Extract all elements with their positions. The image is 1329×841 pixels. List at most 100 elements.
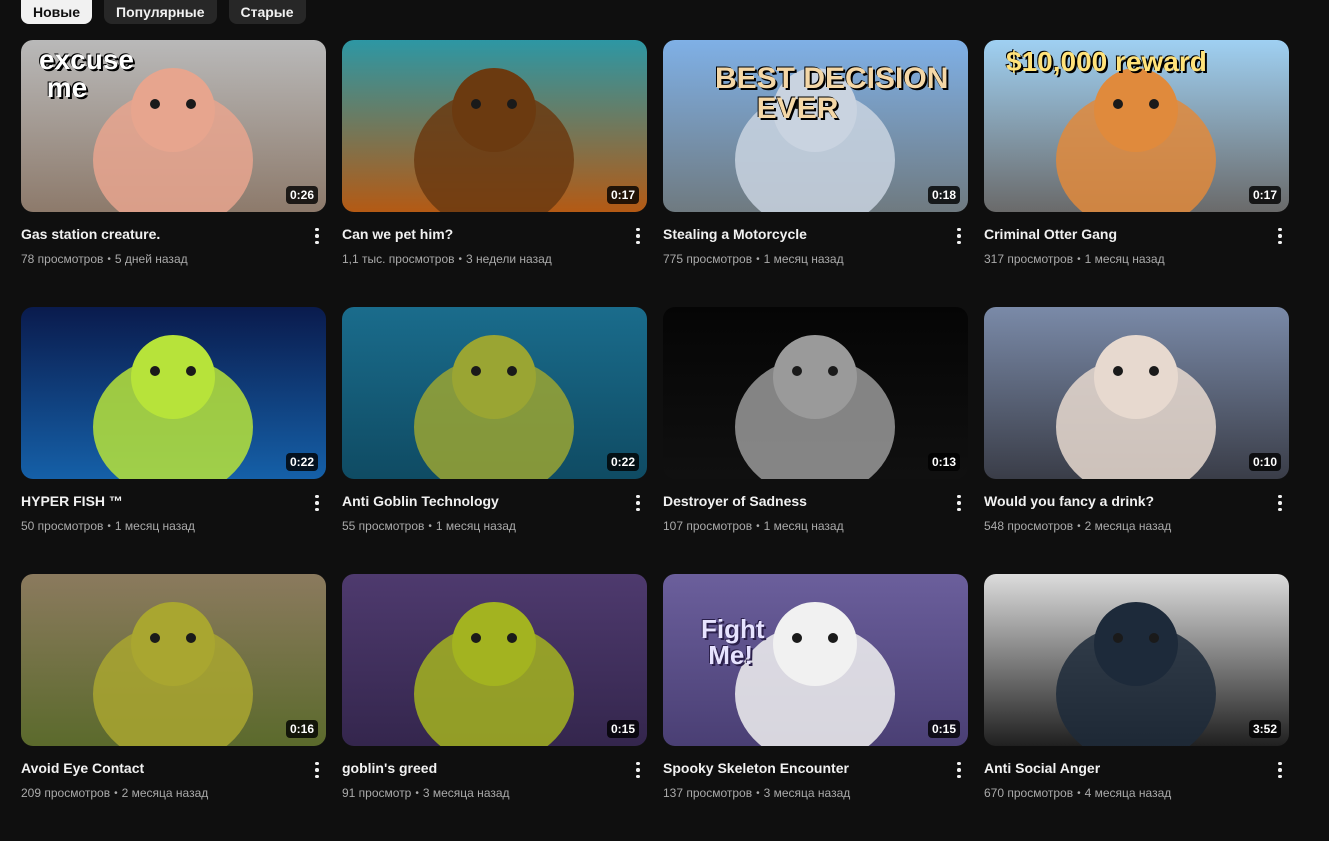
- video-card[interactable]: 0:16 Avoid Eye Contact 209 просмотров • …: [21, 574, 326, 841]
- view-count: 775 просмотров: [663, 252, 753, 266]
- more-options-icon[interactable]: [950, 493, 968, 513]
- video-thumbnail[interactable]: BEST DECISION EVER 0:18: [663, 40, 968, 212]
- video-duration: 0:10: [1248, 453, 1281, 471]
- video-title[interactable]: Anti Goblin Technology: [342, 493, 612, 509]
- view-count: 670 просмотров: [984, 786, 1074, 800]
- video-title[interactable]: Stealing a Motorcycle: [663, 226, 933, 242]
- video-meta: Gas station creature. 78 просмотров • 5 …: [21, 212, 326, 266]
- video-stats: 91 просмотр • 3 месяца назад: [342, 786, 647, 800]
- more-options-icon[interactable]: [1271, 493, 1289, 513]
- upload-age: 1 месяц назад: [763, 252, 844, 266]
- video-title[interactable]: goblin's greed: [342, 760, 612, 776]
- video-meta: HYPER FISH ™ 50 просмотров • 1 месяц наз…: [21, 479, 326, 533]
- thumbnail-caption: Fight Me!: [701, 614, 765, 670]
- separator-dot: •: [107, 520, 111, 532]
- video-card[interactable]: 0:17 Can we pet him? 1,1 тыс. просмотров…: [342, 40, 647, 307]
- video-thumbnail[interactable]: 0:16: [21, 574, 326, 746]
- video-meta: Destroyer of Sadness 107 просмотров • 1 …: [663, 479, 968, 533]
- video-stats: 670 просмотров • 4 месяца назад: [984, 786, 1289, 800]
- thumbnail-caption: BEST DECISION EVER: [715, 62, 949, 125]
- video-meta: Would you fancy a drink? 548 просмотров …: [984, 479, 1289, 533]
- filter-chip-popular[interactable]: Популярные: [104, 0, 217, 24]
- video-title[interactable]: Spooky Skeleton Encounter: [663, 760, 933, 776]
- view-count: 50 просмотров: [21, 519, 104, 533]
- video-title[interactable]: HYPER FISH ™: [21, 493, 291, 509]
- more-options-icon[interactable]: [950, 226, 968, 246]
- upload-age: 1 месяц назад: [763, 519, 844, 533]
- view-count: 317 просмотров: [984, 252, 1074, 266]
- more-options-icon[interactable]: [308, 760, 326, 780]
- separator-dot: •: [756, 787, 760, 799]
- separator-dot: •: [756, 520, 760, 532]
- video-meta: goblin's greed 91 просмотр • 3 месяца на…: [342, 746, 647, 800]
- video-card[interactable]: 0:10 Would you fancy a drink? 548 просмо…: [984, 307, 1289, 574]
- separator-dot: •: [1077, 520, 1081, 532]
- video-duration: 0:18: [927, 186, 960, 204]
- video-duration: 0:22: [285, 453, 318, 471]
- video-stats: 50 просмотров • 1 месяц назад: [21, 519, 326, 533]
- video-meta: Criminal Otter Gang 317 просмотров • 1 м…: [984, 212, 1289, 266]
- video-title[interactable]: Anti Social Anger: [984, 760, 1254, 776]
- video-card[interactable]: BEST DECISION EVER 0:18 Stealing a Motor…: [663, 40, 968, 307]
- video-thumbnail[interactable]: 0:15: [342, 574, 647, 746]
- video-stats: 548 просмотров • 2 месяца назад: [984, 519, 1289, 533]
- upload-age: 2 месяца назад: [121, 786, 209, 800]
- video-thumbnail[interactable]: $10,000 reward 0:17: [984, 40, 1289, 212]
- video-meta: Spooky Skeleton Encounter 137 просмотров…: [663, 746, 968, 800]
- separator-dot: •: [1077, 253, 1081, 265]
- thumbnail-image: [21, 574, 326, 746]
- video-duration: 0:17: [606, 186, 639, 204]
- video-duration: 3:52: [1248, 720, 1281, 738]
- filter-chip-old[interactable]: Старые: [228, 0, 306, 24]
- separator-dot: •: [756, 253, 760, 265]
- video-thumbnail[interactable]: excuse me 0:26: [21, 40, 326, 212]
- more-options-icon[interactable]: [629, 760, 647, 780]
- view-count: 55 просмотров: [342, 519, 425, 533]
- upload-age: 3 недели назад: [466, 252, 552, 266]
- video-card[interactable]: 0:13 Destroyer of Sadness 107 просмотров…: [663, 307, 968, 574]
- video-card[interactable]: Fight Me! 0:15 Spooky Skeleton Encounter…: [663, 574, 968, 841]
- video-card[interactable]: $10,000 reward 0:17 Criminal Otter Gang …: [984, 40, 1289, 307]
- view-count: 548 просмотров: [984, 519, 1074, 533]
- video-duration: 0:17: [1248, 186, 1281, 204]
- upload-age: 2 месяца назад: [1084, 519, 1172, 533]
- separator-dot: •: [1077, 787, 1081, 799]
- video-thumbnail[interactable]: 3:52: [984, 574, 1289, 746]
- video-thumbnail[interactable]: 0:17: [342, 40, 647, 212]
- more-options-icon[interactable]: [1271, 760, 1289, 780]
- thumbnail-image: [342, 307, 647, 479]
- video-duration: 0:15: [606, 720, 639, 738]
- video-card[interactable]: excuse me 0:26 Gas station creature. 78 …: [21, 40, 326, 307]
- more-options-icon[interactable]: [308, 493, 326, 513]
- video-card[interactable]: 3:52 Anti Social Anger 670 просмотров • …: [984, 574, 1289, 841]
- video-title[interactable]: Gas station creature.: [21, 226, 291, 242]
- more-options-icon[interactable]: [629, 493, 647, 513]
- video-stats: 317 просмотров • 1 месяц назад: [984, 252, 1289, 266]
- video-thumbnail[interactable]: 0:10: [984, 307, 1289, 479]
- video-title[interactable]: Would you fancy a drink?: [984, 493, 1254, 509]
- upload-age: 4 месяца назад: [1084, 786, 1172, 800]
- video-stats: 55 просмотров • 1 месяц назад: [342, 519, 647, 533]
- more-options-icon[interactable]: [950, 760, 968, 780]
- video-thumbnail[interactable]: 0:22: [21, 307, 326, 479]
- video-thumbnail[interactable]: 0:22: [342, 307, 647, 479]
- video-card[interactable]: 0:22 HYPER FISH ™ 50 просмотров • 1 меся…: [21, 307, 326, 574]
- more-options-icon[interactable]: [1271, 226, 1289, 246]
- thumbnail-image: [663, 307, 968, 479]
- video-grid: excuse me 0:26 Gas station creature. 78 …: [21, 40, 1289, 841]
- video-card[interactable]: 0:15 goblin's greed 91 просмотр • 3 меся…: [342, 574, 647, 841]
- video-thumbnail[interactable]: Fight Me! 0:15: [663, 574, 968, 746]
- video-card[interactable]: 0:22 Anti Goblin Technology 55 просмотро…: [342, 307, 647, 574]
- thumbnail-image: [984, 307, 1289, 479]
- more-options-icon[interactable]: [629, 226, 647, 246]
- video-meta: Anti Social Anger 670 просмотров • 4 мес…: [984, 746, 1289, 800]
- video-stats: 137 просмотров • 3 месяца назад: [663, 786, 968, 800]
- more-options-icon[interactable]: [308, 226, 326, 246]
- video-title[interactable]: Avoid Eye Contact: [21, 760, 291, 776]
- separator-dot: •: [415, 787, 419, 799]
- video-thumbnail[interactable]: 0:13: [663, 307, 968, 479]
- video-title[interactable]: Can we pet him?: [342, 226, 612, 242]
- filter-chip-new[interactable]: Новые: [21, 0, 93, 24]
- video-title[interactable]: Destroyer of Sadness: [663, 493, 933, 509]
- video-title[interactable]: Criminal Otter Gang: [984, 226, 1254, 242]
